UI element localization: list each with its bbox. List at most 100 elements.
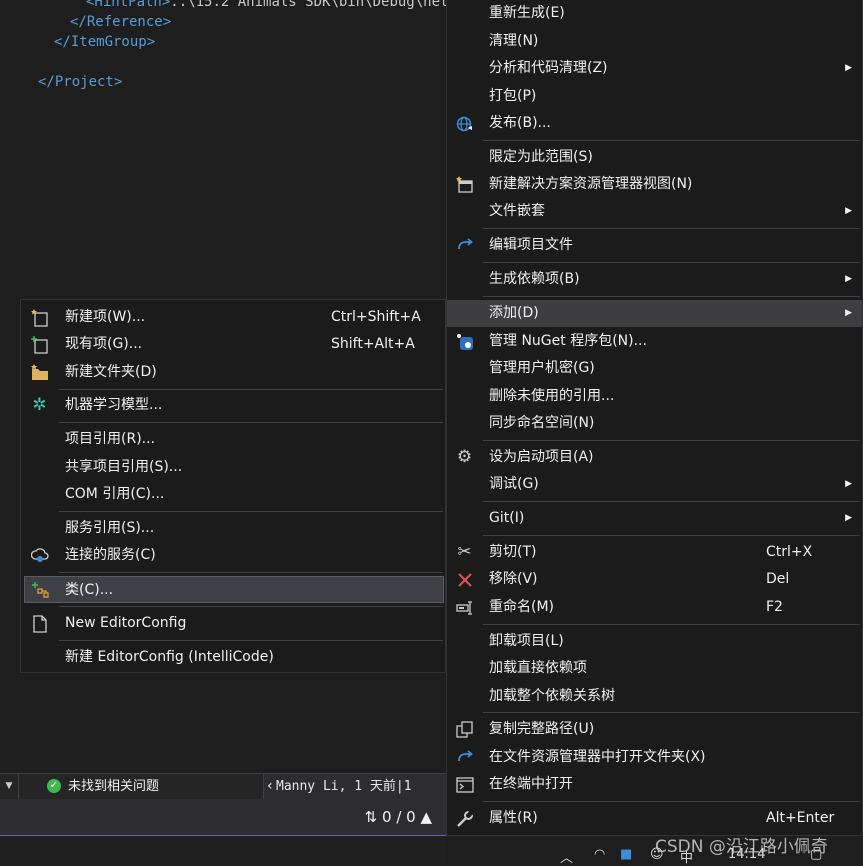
submenu-item-label: 服务引用(S)... — [65, 520, 155, 536]
menu-item-manage-nuget[interactable]: 管理 NuGet 程序包(N)... — [447, 328, 862, 355]
menu-separator — [59, 389, 443, 390]
submenu-item-class[interactable]: 类(C)... — [24, 576, 444, 603]
menu-item-remove-unused-refs[interactable]: 删除未使用的引用... — [447, 383, 862, 410]
submenu-item-service-reference[interactable]: 服务引用(S)... — [21, 515, 445, 542]
class-icon — [31, 581, 50, 600]
menu-item-clean[interactable]: 清理(N) — [447, 28, 862, 55]
menu-item-shortcut: Del — [766, 571, 790, 587]
menu-item-pack[interactable]: 打包(P) — [447, 83, 862, 110]
menu-item-set-startup[interactable]: ⚙ 设为启动项目(A) — [447, 444, 862, 471]
submenu-item-new-editorconfig-intellicode[interactable]: 新建 EditorConfig (IntelliCode) — [21, 644, 445, 671]
code-tag: </ItemGroup> — [54, 34, 156, 50]
submenu-item-existing-item[interactable]: 现有项(G)... Shift+Alt+A — [21, 331, 445, 358]
submenu-item-label: COM 引用(C)... — [65, 486, 165, 502]
menu-item-manage-user-secrets[interactable]: 管理用户机密(G) — [447, 355, 862, 382]
menu-item-label: 管理 NuGet 程序包(N)... — [489, 333, 647, 349]
git-blame-text: Manny Li, 1 天前|1 — [276, 779, 412, 794]
menu-item-properties[interactable]: 属性(R) Alt+Enter — [447, 805, 862, 832]
code-tag: <HintPath> — [86, 0, 171, 10]
submenu-item-connected-service[interactable]: 连接的服务(C) — [21, 542, 445, 569]
submenu-item-label: 共享项目引用(S)... — [65, 459, 183, 475]
existing-item-icon — [30, 335, 49, 354]
menu-item-unload-project[interactable]: 卸载项目(L) — [447, 628, 862, 655]
menu-item-scope-to-this[interactable]: 限定为此范围(S) — [447, 144, 862, 171]
menu-separator — [483, 624, 860, 625]
submenu-arrow-icon: ▶ — [845, 63, 852, 73]
remove-x-icon — [455, 570, 474, 589]
menu-item-label: 加载直接依赖项 — [489, 660, 587, 676]
issues-status[interactable]: 未找到相关问题 — [68, 774, 159, 799]
submenu-arrow-icon: ▶ — [845, 513, 852, 523]
ml-model-icon: ✲ — [32, 395, 47, 415]
menu-item-label: 添加(D) — [489, 305, 539, 321]
code-tag: </Project> — [38, 74, 123, 90]
submenu-item-com-reference[interactable]: COM 引用(C)... — [21, 481, 445, 508]
submenu-item-new-folder[interactable]: 新建文件夹(D) — [21, 359, 445, 386]
menu-item-label: 复制完整路径(U) — [489, 721, 595, 737]
menu-item-shortcut: Alt+Enter — [766, 810, 835, 826]
submenu-arrow-icon: ▶ — [845, 206, 852, 216]
menu-item-label: 打包(P) — [489, 88, 537, 104]
submenu-item-label: 连接的服务(C) — [65, 547, 156, 563]
menu-item-open-in-terminal[interactable]: 在终端中打开 — [447, 771, 862, 798]
watermark: CSDN @沿江路小佩奇 — [655, 837, 828, 857]
check-circle-icon: ✓ — [47, 779, 61, 793]
menu-item-label: 分析和代码清理(Z) — [489, 60, 608, 76]
menu-separator — [59, 572, 443, 573]
submenu-item-label: 新建文件夹(D) — [65, 364, 157, 380]
chevron-down-icon[interactable]: ▼ — [0, 774, 19, 799]
copy-icon — [455, 720, 474, 739]
nuget-icon — [455, 332, 474, 351]
menu-item-label: 管理用户机密(G) — [489, 360, 595, 376]
menu-item-debug[interactable]: 调试(G) ▶ — [447, 471, 862, 498]
menu-item-publish[interactable]: 发布(B)... — [447, 110, 862, 137]
menu-item-analyze-cleanup[interactable]: 分析和代码清理(Z) ▶ — [447, 55, 862, 82]
git-changes-count[interactable]: ⇅ 0 / 0 ▲ — [365, 799, 432, 835]
menu-item-new-solution-view[interactable]: 新建解决方案资源管理器视图(N) — [447, 171, 862, 198]
menu-item-sync-namespaces[interactable]: 同步命名空间(N) — [447, 410, 862, 437]
submenu-item-label: 现有项(G)... — [65, 336, 143, 352]
submenu-item-new-item[interactable]: 新建项(W)... Ctrl+Shift+A — [21, 304, 445, 331]
menu-item-label: 属性(R) — [489, 810, 538, 826]
submenu-item-shared-project-ref[interactable]: 共享项目引用(S)... — [21, 454, 445, 481]
menu-item-file-nesting[interactable]: 文件嵌套 ▶ — [447, 198, 862, 225]
menu-item-edit-project-file[interactable]: 编辑项目文件 — [447, 232, 862, 259]
menu-item-label: 限定为此范围(S) — [489, 149, 593, 165]
menu-item-remove[interactable]: 移除(V) Del — [447, 566, 862, 593]
submenu-item-ml-model[interactable]: ✲ 机器学习模型... — [21, 392, 445, 419]
menu-item-open-in-explorer[interactable]: 在文件资源管理器中打开文件夹(X) — [447, 744, 862, 771]
menu-item-load-direct-deps[interactable]: 加载直接依赖项 — [447, 655, 862, 682]
menu-item-load-dep-tree[interactable]: 加载整个依赖关系树 — [447, 683, 862, 710]
menu-item-cut[interactable]: ✂ 剪切(T) Ctrl+X — [447, 539, 862, 566]
outlook-icon[interactable]: ■ — [620, 847, 632, 862]
chevron-up-icon[interactable]: ︿ — [560, 847, 573, 866]
menu-item-label: 设为启动项目(A) — [489, 449, 594, 465]
submenu-item-project-reference[interactable]: 项目引用(R)... — [21, 426, 445, 453]
wrench-icon — [455, 809, 474, 828]
menu-item-label: 卸载项目(L) — [489, 633, 564, 649]
wifi-icon[interactable]: ◠ — [594, 847, 605, 862]
menu-item-label: 新建解决方案资源管理器视图(N) — [489, 176, 693, 192]
git-blame-indicator[interactable]: ‹ Manny Li, 1 天前|1 — [263, 774, 447, 799]
menu-item-label: 剪切(T) — [489, 544, 537, 560]
menu-item-build-dependencies[interactable]: 生成依赖项(B) ▶ — [447, 266, 862, 293]
menu-item-label: 发布(B)... — [489, 115, 551, 131]
submenu-item-shortcut: Shift+Alt+A — [331, 336, 415, 352]
code-line-3: </ItemGroup> — [54, 34, 155, 50]
submenu-item-new-editorconfig[interactable]: New EditorConfig — [21, 610, 445, 637]
menu-separator — [59, 422, 443, 423]
menu-item-rebuild[interactable]: 重新生成(E) — [447, 0, 862, 27]
menu-item-label: 删除未使用的引用... — [489, 388, 615, 404]
menu-item-git[interactable]: Git(I) ▶ — [447, 505, 862, 532]
menu-item-label: 重命名(M) — [489, 599, 555, 615]
status-bar: ▼ ✓ 未找到相关问题 ‹ Manny Li, 1 天前|1 — [0, 773, 447, 799]
menu-item-add[interactable]: 添加(D) ▶ — [447, 300, 862, 327]
menu-item-copy-full-path[interactable]: 复制完整路径(U) — [447, 716, 862, 743]
submenu-arrow-icon: ▶ — [845, 308, 852, 318]
menu-item-rename[interactable]: 重命名(M) F2 — [447, 594, 862, 621]
menu-separator — [483, 296, 860, 297]
rename-icon — [455, 598, 474, 617]
submenu-arrow-icon: ▶ — [845, 479, 852, 489]
menu-separator — [483, 712, 860, 713]
open-folder-arrow-icon — [455, 748, 474, 767]
